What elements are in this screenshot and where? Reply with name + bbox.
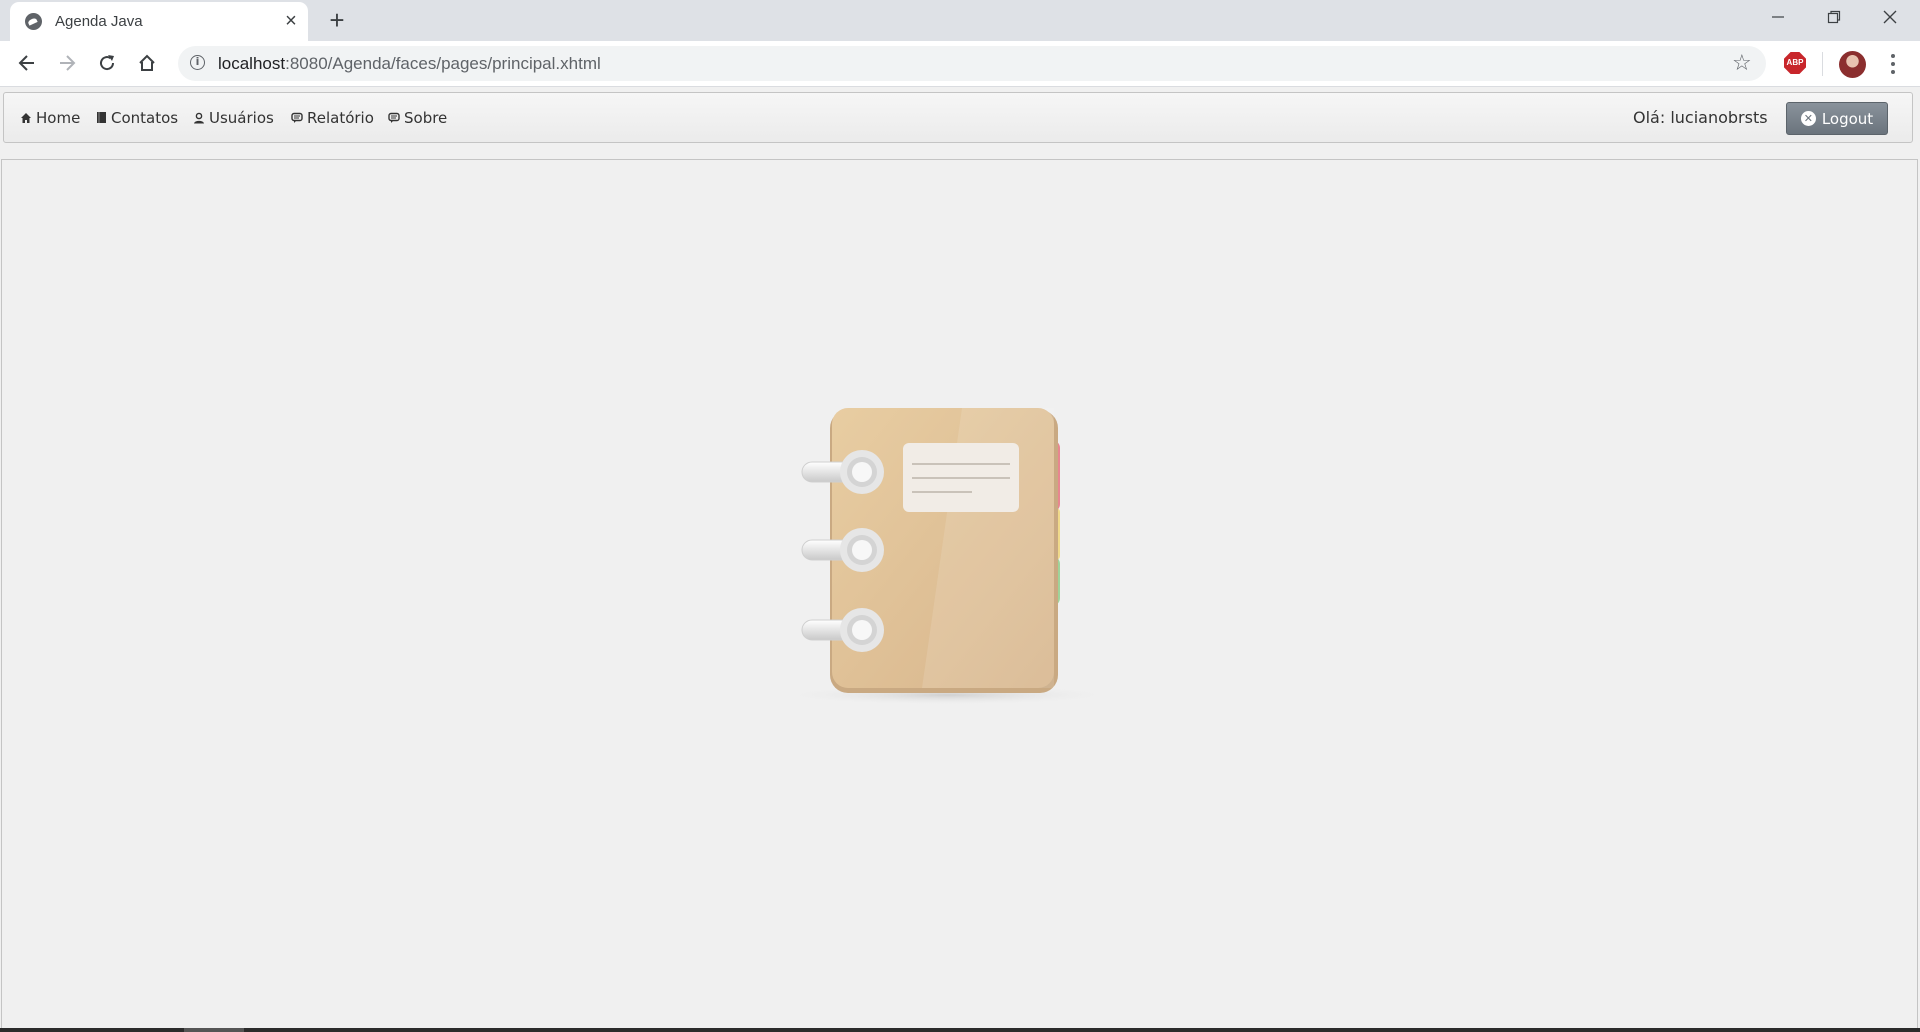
- tab-title: Agenda Java: [55, 13, 143, 30]
- comment-icon: [388, 112, 400, 124]
- logout-button[interactable]: ✕ Logout: [1786, 102, 1888, 135]
- book-icon: [96, 111, 107, 124]
- comment-icon: [291, 112, 303, 124]
- home-icon: [20, 112, 32, 124]
- profile-avatar[interactable]: [1839, 51, 1866, 78]
- url-host: localhost: [218, 54, 286, 73]
- menu-label-home: Home: [36, 108, 81, 127]
- new-tab-icon[interactable]: +: [322, 5, 352, 35]
- taskbar-edge: [0, 1028, 1920, 1032]
- browser-menu-icon[interactable]: [1885, 50, 1901, 78]
- menu-label-sobre: Sobre: [404, 108, 448, 127]
- home-browser-icon[interactable]: [131, 47, 163, 79]
- user-greeting: Olá: lucianobrsts: [1633, 108, 1768, 127]
- logout-label: Logout: [1821, 109, 1874, 128]
- adblock-icon[interactable]: ABP: [1784, 52, 1806, 74]
- menu-item-contatos[interactable]: Contatos: [96, 93, 178, 142]
- menu-item-sobre[interactable]: Sobre: [388, 93, 447, 142]
- url-path: :8080/Agenda/faces/pages/principal.xhtml: [285, 54, 601, 73]
- back-icon[interactable]: [11, 47, 43, 79]
- browser-tab[interactable]: Agenda Java ×: [10, 2, 308, 41]
- info-icon[interactable]: i: [190, 55, 205, 70]
- close-circle-icon: ✕: [1800, 111, 1816, 126]
- user-icon: [193, 112, 205, 124]
- address-bar[interactable]: i localhost:8080/Agenda/faces/pages/prin…: [178, 46, 1766, 81]
- close-window-icon[interactable]: [1862, 0, 1918, 36]
- bookmark-star-icon[interactable]: ☆: [1732, 50, 1752, 76]
- menu-label-usuarios: Usuários: [209, 108, 274, 127]
- reload-icon[interactable]: [91, 47, 123, 79]
- minimize-icon[interactable]: [1750, 0, 1806, 36]
- forward-icon[interactable]: [51, 47, 83, 79]
- browser-tabstrip: Agenda Java × +: [0, 0, 1920, 41]
- menu-item-usuarios[interactable]: Usuários: [193, 93, 274, 142]
- menu-label-relatorio: Relatório: [307, 108, 374, 127]
- agenda-notebook-icon: [777, 408, 1117, 705]
- tab-close-icon[interactable]: ×: [281, 11, 301, 31]
- url-text: localhost:8080/Agenda/faces/pages/princi…: [218, 54, 601, 74]
- restore-icon[interactable]: [1806, 0, 1862, 36]
- menu-item-relatorio[interactable]: Relatório: [291, 93, 374, 142]
- menu-label-contatos: Contatos: [111, 108, 179, 127]
- app-menubar: Home Contatos Usuários Relatório Sobre O…: [3, 92, 1913, 143]
- toolbar-divider: [1822, 52, 1823, 76]
- globe-icon: [25, 13, 42, 30]
- menu-item-home[interactable]: Home: [20, 93, 80, 142]
- browser-toolbar: i localhost:8080/Agenda/faces/pages/prin…: [0, 41, 1920, 87]
